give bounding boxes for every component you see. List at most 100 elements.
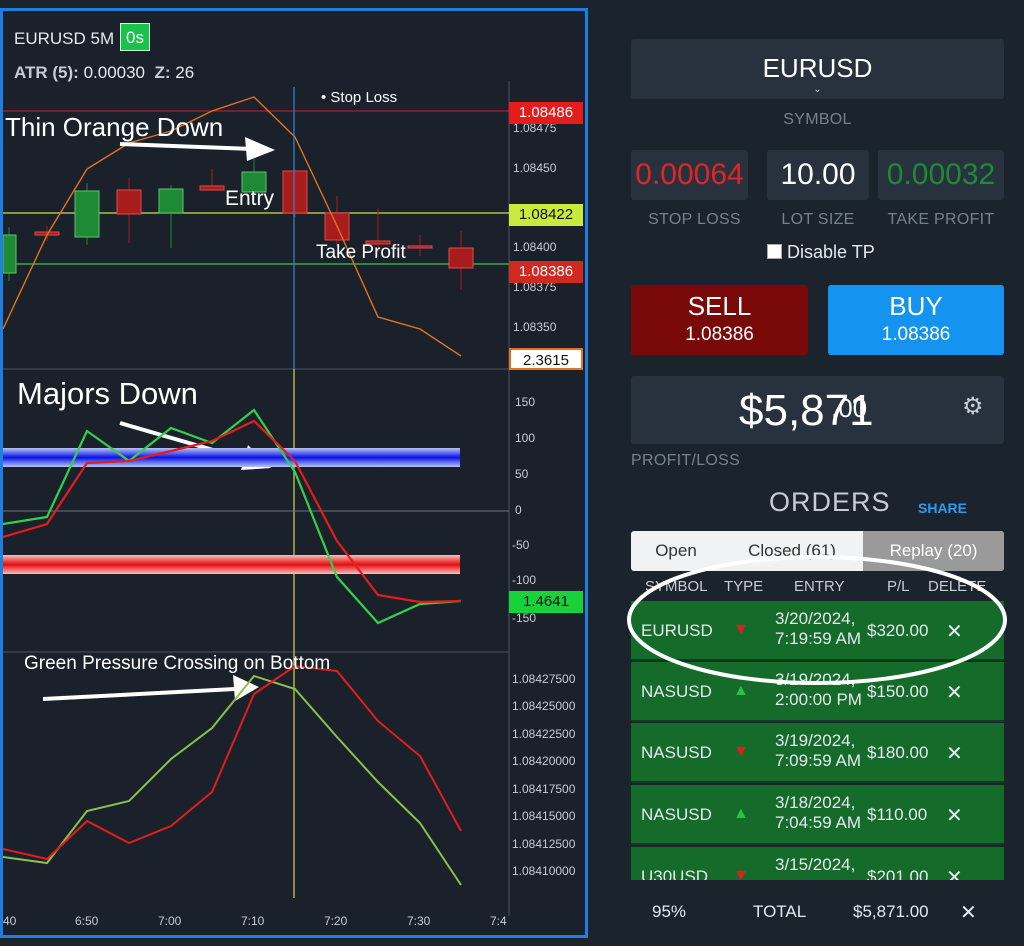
- stop-loss-value: 0.00064: [635, 158, 744, 191]
- share-link[interactable]: SHARE: [918, 500, 967, 516]
- stop-loss-field[interactable]: 0.00064: [631, 150, 748, 200]
- osc-value-tag: 1.4641: [509, 591, 583, 613]
- pressure-olive-line: [3, 674, 462, 886]
- symbol-timeframe: EURUSD 5M: [14, 29, 115, 48]
- order-row[interactable]: NASUSD ▼ 3/19/2024, 7:09:59 AM $180.00 ✕: [631, 723, 1004, 783]
- order-symbol: NASUSD: [641, 805, 712, 824]
- chevron-down-icon[interactable]: ⌄: [631, 84, 1004, 95]
- order-symbol: NASUSD: [641, 743, 712, 762]
- take-profit-price-tag: 1.08386: [509, 261, 583, 283]
- delete-icon[interactable]: ✕: [946, 803, 963, 828]
- pl-label: PROFIT/LOSS: [631, 452, 741, 469]
- pl-cents: .00: [831, 393, 868, 423]
- take-profit-value: 0.00032: [886, 158, 996, 191]
- take-profit-field[interactable]: 0.00032: [878, 150, 1004, 200]
- pressure-tick: 1.08415000: [512, 809, 576, 823]
- osc-tick: 50: [515, 467, 529, 481]
- pressure-tick: 1.08420000: [512, 754, 576, 768]
- candle: [3, 234, 17, 274]
- order-symbol: U30USD: [641, 867, 709, 880]
- delete-icon[interactable]: ✕: [946, 741, 963, 766]
- profit-loss-box: $5,871 .00: [631, 376, 1004, 444]
- atr-label: ATR (5):: [14, 63, 84, 82]
- buy-button[interactable]: BUY 1.08386: [828, 285, 1004, 355]
- highlight-ellipse: [627, 555, 1007, 685]
- down-arrow-icon: ▼: [733, 743, 749, 760]
- time-tick: 7:20: [324, 914, 348, 928]
- stop-loss-annotation: • Stop Loss: [321, 89, 398, 106]
- chart-panel[interactable]: EURUSD 5M 0s ATR (5): 0.00030 Z: 26 • St…: [0, 8, 588, 938]
- entry-annotation: Entry: [225, 187, 275, 210]
- osc-green-line: [3, 408, 462, 625]
- order-pl: $180.00: [867, 743, 929, 762]
- buy-price: 1.08386: [881, 324, 951, 345]
- order-date: 3/18/2024,: [775, 793, 856, 812]
- order-entry: 3/15/2024,: [775, 855, 865, 875]
- disable-tp-toggle[interactable]: Disable TP: [767, 242, 875, 263]
- order-time: 2:00:00 PM: [775, 690, 862, 709]
- up-arrow-icon: ▲: [733, 805, 749, 822]
- atr-readout: ATR (5): 0.00030 Z: 26: [14, 63, 194, 83]
- take-profit-label: TAKE PROFIT: [887, 211, 995, 228]
- lot-size-field[interactable]: 10.00: [767, 150, 869, 200]
- time-tick: 7:30: [407, 914, 431, 928]
- time-tick: 7:4: [490, 914, 507, 928]
- candle: [158, 188, 184, 214]
- time-tick: 6:50: [75, 914, 99, 928]
- candles: [3, 159, 474, 290]
- osc-tick: -100: [512, 573, 537, 587]
- trade-panel: EURUSD ⌄ SYMBOL 0.00064 10.00 0.00032 ST…: [600, 0, 1024, 946]
- osc-tick: 150: [515, 395, 536, 409]
- orders-title: ORDERS: [769, 487, 891, 517]
- order-time: 7:04:59 AM: [775, 813, 862, 832]
- candle: [116, 189, 142, 215]
- lower-band: [3, 555, 460, 574]
- candle: [407, 245, 433, 249]
- footer-total: $5,871.00: [853, 902, 929, 921]
- indicator-value-tag: 2.3615: [509, 348, 583, 370]
- gear-icon[interactable]: ⚙: [962, 392, 984, 421]
- close-icon[interactable]: ✕: [960, 900, 977, 925]
- pressure-tick: 1.08412500: [512, 837, 576, 851]
- chart-canvas[interactable]: [3, 11, 585, 935]
- countdown-badge: 0s: [120, 23, 150, 51]
- lot-size-value: 10.00: [780, 158, 856, 191]
- order-pl: $110.00: [867, 805, 928, 824]
- candle: [282, 170, 308, 214]
- osc-tick: 0: [515, 503, 522, 517]
- pressure-annotation: Green Pressure Crossing on Bottom: [24, 653, 331, 674]
- footer-win-rate: 95%: [652, 902, 687, 921]
- majors-annotation: Majors Down: [17, 376, 198, 411]
- time-tick: 7:10: [241, 914, 265, 928]
- z-value: 26: [175, 63, 195, 82]
- down-arrow-icon: ▼: [733, 867, 749, 880]
- pressure-tick: 1.08410000: [512, 864, 576, 878]
- time-tick: 40: [3, 914, 17, 928]
- stop-loss-price-tag: 1.08486: [509, 102, 583, 124]
- buy-label: BUY: [889, 291, 943, 321]
- osc-tick: 100: [515, 431, 536, 445]
- footer-total-label: TOTAL: [753, 902, 807, 921]
- order-row[interactable]: U30USD ▼ 3/15/2024, $201.00 ✕: [631, 847, 1004, 880]
- arrow-icon: [42, 675, 259, 701]
- price-tick: 1.08350: [513, 320, 557, 334]
- pressure-tick: 1.08425000: [512, 699, 576, 713]
- delete-icon[interactable]: ✕: [946, 865, 963, 880]
- lot-size-label: LOT SIZE: [781, 211, 855, 228]
- sell-button[interactable]: SELL 1.08386: [631, 285, 808, 355]
- symbol-label: SYMBOL: [783, 111, 852, 128]
- osc-tick: -150: [512, 611, 537, 625]
- disable-tp-checkbox[interactable]: [767, 244, 782, 259]
- disable-tp-label: Disable TP: [787, 242, 875, 262]
- time-tick: 7:00: [158, 914, 182, 928]
- price-tick: 1.08450: [513, 161, 557, 175]
- order-time: 7:09:59 AM: [775, 751, 862, 770]
- stop-loss-label: STOP LOSS: [648, 211, 741, 228]
- candle: [448, 247, 474, 269]
- candle: [74, 190, 100, 238]
- order-row[interactable]: NASUSD ▲ 3/18/2024, 7:04:59 AM $110.00 ✕: [631, 785, 1004, 845]
- sell-label: SELL: [687, 291, 752, 321]
- order-entry: 3/19/2024, 7:09:59 AM: [775, 731, 865, 771]
- sell-price: 1.08386: [685, 324, 754, 345]
- order-date: 3/15/2024,: [775, 855, 856, 874]
